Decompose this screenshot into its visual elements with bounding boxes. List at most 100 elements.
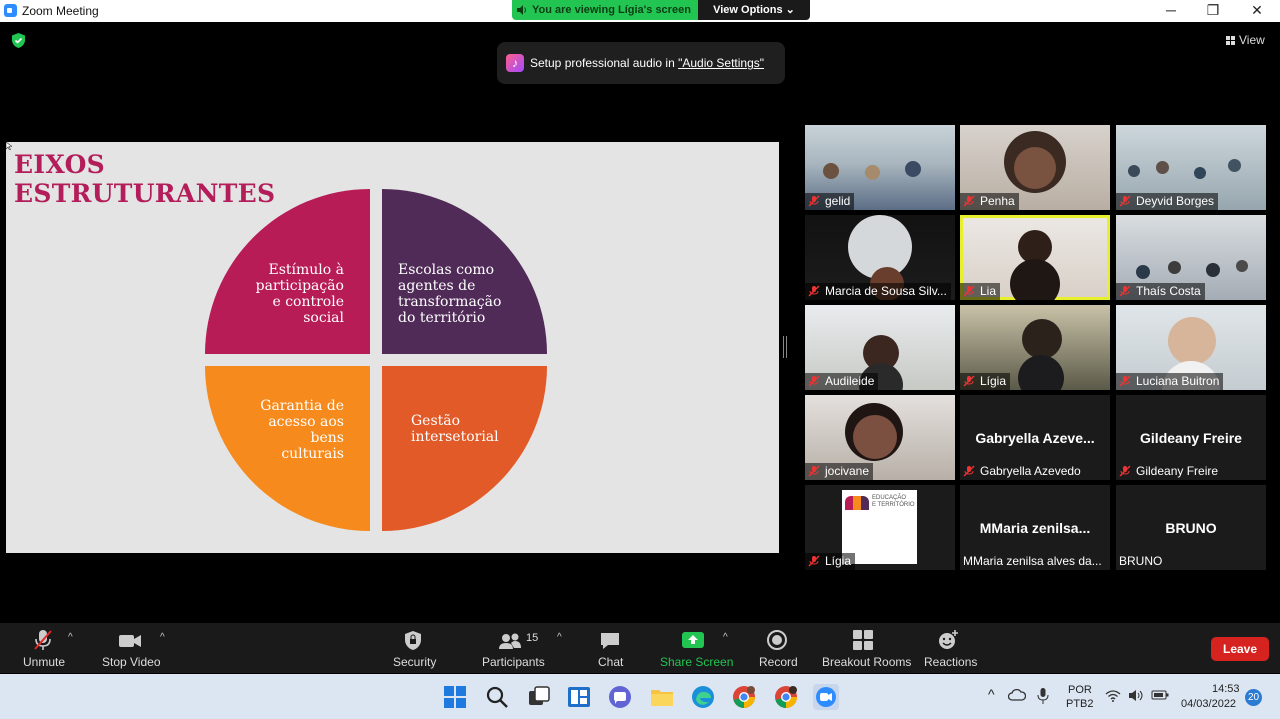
participant-name-label: Lígia — [805, 553, 856, 570]
participant-name: Penha — [980, 194, 1015, 208]
record-button[interactable]: Record — [758, 623, 798, 673]
participant-tile[interactable]: Gabryella Azeve... Gabryella Azevedo — [960, 395, 1110, 480]
audio-settings-link[interactable]: "Audio Settings" — [678, 56, 764, 70]
participant-tile[interactable]: jocivane — [805, 395, 955, 480]
participant-tile[interactable]: Marcia de Sousa Silv... — [805, 215, 955, 300]
edge-browser-icon[interactable] — [690, 684, 716, 710]
share-options-chevron-icon[interactable]: ^ — [723, 632, 728, 643]
video-options-chevron-icon[interactable]: ^ — [160, 632, 165, 643]
participant-video-silhouette — [1128, 165, 1140, 177]
view-options-button[interactable]: View Options ⌄ — [698, 0, 810, 20]
participant-name-label: Deyvid Borges — [1116, 193, 1219, 210]
stop-video-button[interactable]: Stop Video — [98, 623, 162, 673]
file-explorer-icon[interactable] — [649, 684, 675, 710]
participant-display-name: BRUNO — [1165, 520, 1217, 536]
participant-video-silhouette — [1156, 161, 1169, 174]
clock-date[interactable]: 04/03/2022 — [1181, 698, 1236, 710]
muted-mic-icon — [808, 555, 820, 567]
unmute-label: Unmute — [23, 655, 66, 669]
audio-options-chevron-icon[interactable]: ^ — [68, 632, 73, 643]
participant-name: Marcia de Sousa Silv... — [825, 284, 947, 298]
participant-name: Gabryella Azevedo — [980, 464, 1081, 478]
chat-label: Chat — [598, 655, 624, 669]
chrome-profile-icon[interactable] — [773, 684, 799, 710]
volume-icon[interactable] — [1128, 689, 1144, 702]
participants-count: 15 — [526, 632, 539, 644]
widgets-icon[interactable] — [566, 684, 592, 710]
participant-tile[interactable]: Deyvid Borges — [1116, 125, 1266, 210]
onedrive-cloud-icon[interactable] — [1008, 689, 1026, 701]
tray-chevron-icon[interactable]: ^ — [988, 686, 995, 702]
participant-name: jocivane — [825, 464, 870, 478]
keyboard-layout[interactable]: PTB2 — [1066, 698, 1094, 710]
close-window-button[interactable]: ✕ — [1235, 0, 1279, 22]
wifi-icon[interactable] — [1105, 689, 1121, 702]
chrome-browser-icon[interactable] — [731, 684, 757, 710]
participant-video-silhouette — [1014, 147, 1056, 189]
notification-badge[interactable]: 20 — [1245, 689, 1262, 706]
participant-display-name: MMaria zenilsa... — [979, 520, 1091, 536]
encryption-shield-icon[interactable] — [12, 33, 25, 48]
participant-name-label: Thaís Costa — [1116, 283, 1205, 300]
muted-mic-icon — [1119, 285, 1131, 297]
logo-text: EDUCAÇÃO E TERRITÓRIO — [872, 495, 915, 508]
clock-time[interactable]: 14:53 — [1212, 683, 1240, 695]
participant-tile[interactable]: Penha — [960, 125, 1110, 210]
muted-mic-icon — [808, 285, 820, 297]
participant-name-label: Gildeany Freire — [1116, 463, 1222, 480]
participant-tile[interactable]: EDUCAÇÃO E TERRITÓRIO Lígia — [805, 485, 955, 570]
viewing-screen-text: You are viewing Lígia's screen — [532, 4, 691, 16]
participant-name-label: BRUNO — [1116, 553, 1166, 570]
participant-name-label: Gabryella Azevedo — [960, 463, 1085, 480]
security-button[interactable]: Security — [390, 623, 436, 673]
participant-name-label: Penha — [960, 193, 1019, 210]
zoom-taskbar-icon[interactable] — [813, 684, 839, 710]
participants-options-chevron-icon[interactable]: ^ — [557, 632, 562, 643]
participant-video-silhouette — [905, 161, 921, 177]
muted-mic-icon — [808, 195, 820, 207]
microphone-tray-icon[interactable] — [1037, 687, 1049, 705]
mouse-cursor-icon — [6, 142, 12, 150]
leave-button[interactable]: Leave — [1211, 637, 1269, 661]
participant-tile[interactable]: gelid — [805, 125, 955, 210]
split-view-handle[interactable] — [783, 336, 787, 358]
share-screen-icon — [682, 632, 704, 648]
participant-name: Luciana Buitron — [1136, 374, 1220, 388]
muted-mic-icon — [1119, 465, 1131, 477]
participant-name: Gildeany Freire — [1136, 464, 1219, 478]
participant-tile[interactable]: Gildeany Freire Gildeany Freire — [1116, 395, 1266, 480]
quadrant-label-schools: Escolas como agentes de transformação do te… — [398, 262, 502, 326]
participant-tile[interactable]: BRUNO BRUNO — [1116, 485, 1266, 570]
participant-name: Thaís Costa — [1136, 284, 1201, 298]
participant-tile[interactable]: Audileide — [805, 305, 955, 390]
task-view-icon[interactable] — [526, 684, 552, 710]
participant-name-label: Lígia — [960, 373, 1011, 390]
minimize-button[interactable]: ─ — [1149, 0, 1193, 22]
participant-tile[interactable]: Lia — [960, 215, 1110, 300]
teams-chat-icon[interactable] — [607, 684, 633, 710]
participant-name: BRUNO — [1119, 554, 1163, 568]
windows-start-icon[interactable] — [442, 684, 468, 710]
breakout-rooms-button[interactable]: Breakout Rooms — [820, 623, 911, 673]
search-icon[interactable] — [484, 684, 510, 710]
participants-icon — [499, 633, 521, 649]
participant-name-label: jocivane — [805, 463, 874, 480]
share-screen-button[interactable]: Share Screen — [658, 623, 733, 673]
chat-button[interactable]: Chat — [596, 623, 624, 673]
reactions-button[interactable]: Reactions — [922, 623, 977, 673]
participant-tile[interactable]: MMaria zenilsa... MMaria zenilsa alves da… — [960, 485, 1110, 570]
participant-tile[interactable]: Luciana Buitron — [1116, 305, 1266, 390]
quadrant-bottom-right — [382, 366, 547, 531]
gallery-view-button[interactable]: View — [1226, 33, 1265, 47]
participants-button[interactable]: 15 Participants — [480, 623, 546, 673]
participant-name: Lia — [980, 284, 997, 298]
participant-name-label: Lia — [960, 283, 1001, 300]
unmute-button[interactable]: Unmute — [14, 623, 72, 673]
participant-tile[interactable]: Lígia — [960, 305, 1110, 390]
battery-icon[interactable] — [1151, 689, 1169, 701]
input-language[interactable]: POR — [1068, 684, 1092, 696]
participant-name: Audileide — [825, 374, 875, 388]
restore-button[interactable]: ❐ — [1191, 0, 1235, 22]
participant-tile[interactable]: Thaís Costa — [1116, 215, 1266, 300]
participant-name: gelid — [825, 194, 851, 208]
